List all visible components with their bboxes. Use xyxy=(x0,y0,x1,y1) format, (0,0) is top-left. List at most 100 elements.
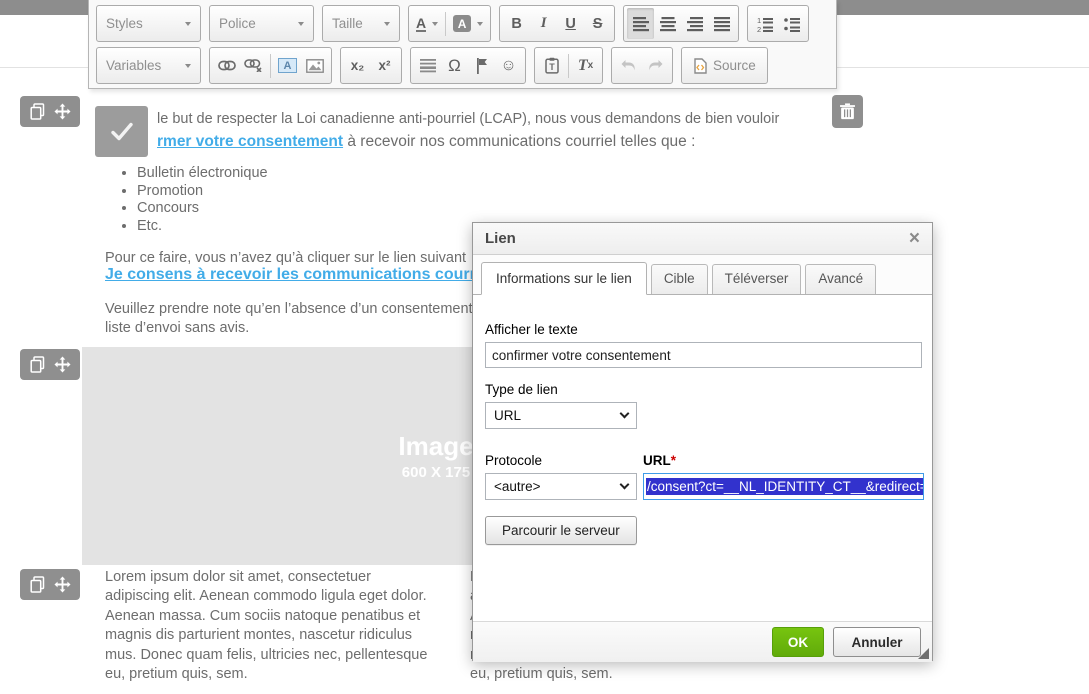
bullet-list-button[interactable] xyxy=(778,8,805,39)
link-button[interactable] xyxy=(213,50,240,81)
lorem-column-left: Lorem ipsum dolor sit amet, consectetuer… xyxy=(105,568,427,684)
caret-down-icon xyxy=(298,22,304,26)
link-group: A xyxy=(209,47,332,84)
align-left-button[interactable] xyxy=(627,8,654,39)
block-handle-2[interactable] xyxy=(20,349,80,380)
tab-target[interactable]: Cible xyxy=(651,264,708,294)
basicstyles-group: B I U S xyxy=(499,5,615,42)
delete-block-button[interactable] xyxy=(832,95,863,128)
dialog-body: Afficher le texte confirmer votre consen… xyxy=(473,295,932,621)
caret-down-icon xyxy=(185,64,191,68)
protocol-column: Protocole <autre> xyxy=(485,453,637,500)
anchor-button[interactable]: A xyxy=(274,50,301,81)
align-left-icon xyxy=(633,16,649,32)
bg-color-button[interactable]: A xyxy=(449,8,487,39)
checkmark-block xyxy=(95,106,148,157)
protocol-label: Protocole xyxy=(485,453,637,468)
caret-down-icon xyxy=(432,22,438,26)
undo-button[interactable] xyxy=(615,50,642,81)
insert-group: Ω ☺ xyxy=(410,47,526,84)
tab-advanced[interactable]: Avancé xyxy=(805,264,876,294)
page-break-button[interactable] xyxy=(468,50,495,81)
svg-text:T: T xyxy=(549,62,555,72)
copy-icon xyxy=(30,356,45,373)
bold-button[interactable]: B xyxy=(503,8,530,39)
paragraph-consent-line2: rmer votre consentement à recevoir nos c… xyxy=(157,132,695,151)
dialog-titlebar[interactable]: Lien × xyxy=(473,223,932,255)
protocol-select[interactable]: <autre> xyxy=(485,473,637,500)
resize-handle[interactable] xyxy=(918,648,929,659)
check-icon xyxy=(109,121,135,142)
link-type-label: Type de lien xyxy=(485,382,920,397)
image-placeholder-dimensions: 600 X 175 xyxy=(402,464,470,481)
remove-format-button[interactable]: Tx xyxy=(572,50,599,81)
source-button[interactable]: Source xyxy=(685,50,764,81)
bg-color-icon: A xyxy=(453,15,471,32)
horizontal-rule-button[interactable] xyxy=(414,50,441,81)
source-button-label: Source xyxy=(713,58,756,73)
smiley-button[interactable]: ☺ xyxy=(495,50,522,81)
close-icon[interactable]: × xyxy=(909,229,920,248)
superscript-button[interactable]: x² xyxy=(371,50,398,81)
text-color-icon: A xyxy=(416,16,426,32)
browse-server-button[interactable]: Parcourir le serveur xyxy=(485,516,637,545)
tab-link-info[interactable]: Informations sur le lien xyxy=(481,262,647,295)
block-handle-1[interactable] xyxy=(20,96,80,127)
remove-format-icon: T xyxy=(578,57,588,75)
block-handle-3[interactable] xyxy=(20,569,80,600)
subsup-group: x₂ x² xyxy=(340,47,402,84)
tab-upload[interactable]: Téléverser xyxy=(712,264,802,294)
url-label: URL* xyxy=(643,453,924,468)
underline-icon: U xyxy=(565,16,575,32)
styles-dropdown[interactable]: Styles xyxy=(96,5,201,42)
align-right-button[interactable] xyxy=(681,8,708,39)
numbered-list-icon: 12 xyxy=(756,16,774,32)
link-type-select[interactable]: URL xyxy=(485,402,637,429)
special-char-button[interactable]: Ω xyxy=(441,50,468,81)
divider xyxy=(270,54,271,78)
strikethrough-icon: S xyxy=(593,16,603,32)
cancel-button[interactable]: Annuler xyxy=(833,627,921,657)
italic-icon: I xyxy=(541,15,547,32)
text-color-button[interactable]: A xyxy=(412,8,442,39)
chevron-down-icon xyxy=(620,409,630,419)
justify-button[interactable] xyxy=(708,8,735,39)
consent-big-link[interactable]: Je consens à recevoir les communications… xyxy=(105,266,494,284)
ok-button[interactable]: OK xyxy=(772,627,824,657)
caret-down-icon xyxy=(477,22,483,26)
font-dropdown-label: Police xyxy=(219,16,256,31)
strikethrough-button[interactable]: S xyxy=(584,8,611,39)
fontsize-dropdown[interactable]: Taille xyxy=(322,5,400,42)
list-item: Concours xyxy=(137,200,268,218)
caret-down-icon xyxy=(384,22,390,26)
image-icon xyxy=(306,59,324,73)
display-text-label: Afficher le texte xyxy=(485,322,920,337)
unlink-button[interactable] xyxy=(240,50,267,81)
italic-button[interactable]: I xyxy=(530,8,557,39)
protocol-value: <autre> xyxy=(494,479,541,494)
font-dropdown[interactable]: Police xyxy=(209,5,314,42)
redo-button[interactable] xyxy=(642,50,669,81)
display-text-input[interactable]: confirmer votre consentement xyxy=(485,342,922,368)
clipboard-icon: T xyxy=(545,57,559,74)
smiley-icon: ☺ xyxy=(500,57,516,75)
svg-text:2: 2 xyxy=(757,25,761,32)
subscript-button[interactable]: x₂ xyxy=(344,50,371,81)
underline-button[interactable]: U xyxy=(557,8,584,39)
align-center-button[interactable] xyxy=(654,8,681,39)
anchor-icon: A xyxy=(278,58,297,73)
paste-template-button[interactable]: T xyxy=(538,50,565,81)
chevron-down-icon xyxy=(620,480,630,490)
svg-text:1: 1 xyxy=(757,16,761,25)
bullet-list-icon xyxy=(783,16,801,32)
editor-toolbar: Styles Police Taille A A B I U S xyxy=(88,0,837,89)
link-icon xyxy=(218,60,236,71)
consent-link[interactable]: rmer votre consentement xyxy=(157,133,343,150)
image-placeholder-title: Image xyxy=(398,431,473,462)
image-button[interactable] xyxy=(301,50,328,81)
url-input[interactable]: /consent?ct=__NL_IDENTITY_CT__&redirect= xyxy=(643,473,924,500)
source-group: Source xyxy=(681,47,768,84)
move-icon xyxy=(54,356,71,373)
variables-dropdown[interactable]: Variables xyxy=(96,47,201,84)
numbered-list-button[interactable]: 12 xyxy=(751,8,778,39)
